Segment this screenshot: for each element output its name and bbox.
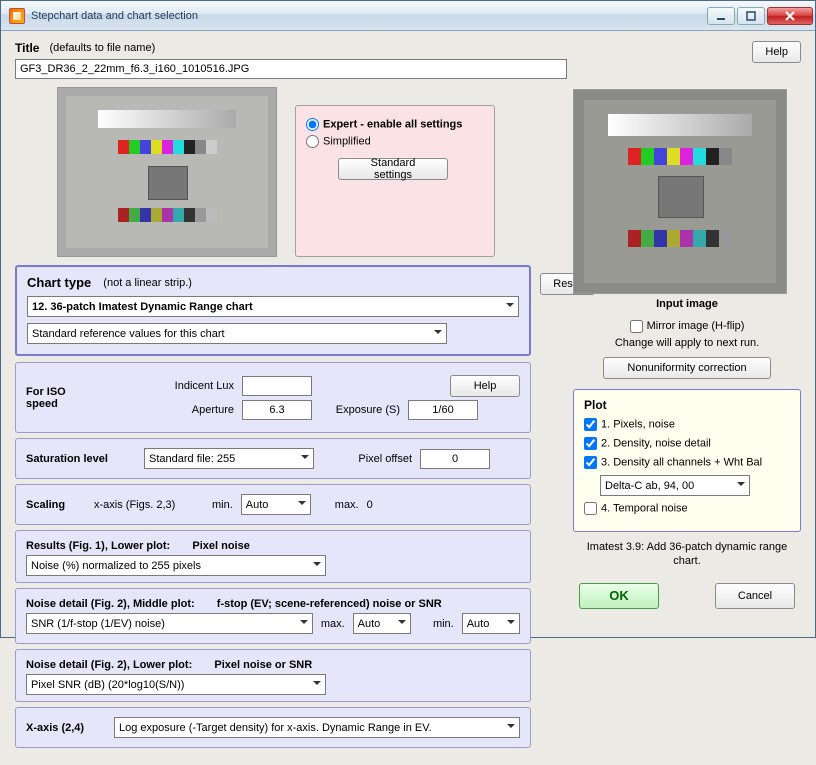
noise2mid-max-select[interactable]: Auto: [353, 613, 411, 634]
scaling-max-value: 0: [367, 499, 373, 511]
exposure-input[interactable]: [408, 400, 478, 420]
plot-opt-2[interactable]: 2. Density, noise detail: [584, 437, 790, 450]
noise2mid-label: Noise detail (Fig. 2), Middle plot:: [26, 598, 195, 610]
pixel-offset-label: Pixel offset: [322, 453, 412, 465]
plot-opt-3[interactable]: 3. Density all channels + Wht Bal: [584, 456, 790, 469]
incident-lux-input[interactable]: [242, 376, 312, 396]
app-icon: [9, 8, 25, 24]
iso-help-button[interactable]: Help: [450, 375, 520, 397]
plot-panel: Plot 1. Pixels, noise 2. Density, noise …: [573, 389, 801, 532]
xaxis24-select[interactable]: Log exposure (-Target density) for x-axi…: [114, 717, 520, 738]
results1-sub: Pixel noise: [192, 540, 249, 552]
help-button[interactable]: Help: [752, 41, 801, 63]
xaxis24-panel: X-axis (2,4) Log exposure (-Target densi…: [15, 707, 531, 748]
cancel-button[interactable]: Cancel: [715, 583, 795, 609]
window-title: Stepchart data and chart selection: [31, 10, 707, 22]
noise-fig2-middle-panel: Noise detail (Fig. 2), Middle plot: f-st…: [15, 588, 531, 644]
noise2low-select[interactable]: Pixel SNR (dB) (20*log10(S/N)): [26, 674, 326, 695]
plot-opt-1[interactable]: 1. Pixels, noise: [584, 418, 790, 431]
titlebar: Stepchart data and chart selection: [1, 1, 815, 31]
exposure-label: Exposure (S): [320, 404, 400, 416]
scaling-panel: Scaling x-axis (Figs. 2,3) min. Auto max…: [15, 484, 531, 525]
incident-lux-label: Indicent Lux: [124, 380, 234, 392]
chart-type-panel: Chart type (not a linear strip.) 12. 36-…: [15, 265, 531, 356]
noise2mid-min-label: min.: [433, 618, 454, 630]
minimize-button[interactable]: [707, 7, 735, 25]
maximize-button[interactable]: [737, 7, 765, 25]
simplified-radio[interactable]: Simplified: [306, 135, 484, 148]
results1-select[interactable]: Noise (%) normalized to 255 pixels: [26, 555, 326, 576]
input-image-caption: Input image: [573, 298, 801, 310]
expert-radio[interactable]: Expert - enable all settings: [306, 118, 484, 131]
noise2mid-max-label: max.: [321, 618, 345, 630]
title-hint: (defaults to file name): [49, 42, 155, 54]
noise2low-label: Noise detail (Fig. 2), Lower plot:: [26, 659, 192, 671]
saturation-label: Saturation level: [26, 453, 136, 465]
input-image-preview: [573, 89, 787, 294]
scaling-min-label: min.: [212, 499, 233, 511]
mode-panel: Expert - enable all settings Simplified …: [295, 105, 495, 257]
noise-fig2-lower-panel: Noise detail (Fig. 2), Lower plot: Pixel…: [15, 649, 531, 702]
title-input[interactable]: [15, 59, 567, 79]
close-button[interactable]: [767, 7, 813, 25]
noise2low-sub: Pixel noise or SNR: [214, 659, 312, 671]
chart-type-hint: (not a linear strip.): [103, 277, 192, 289]
mirror-note: Change will apply to next run.: [573, 337, 801, 349]
noise2mid-select[interactable]: SNR (1/f-stop (1/EV) noise): [26, 613, 313, 634]
aperture-input[interactable]: [242, 400, 312, 420]
title-label: Title: [15, 41, 39, 55]
scaling-xaxis: x-axis (Figs. 2,3): [94, 499, 204, 511]
plot-opt-4[interactable]: 4. Temporal noise: [584, 502, 790, 515]
results-fig1-panel: Results (Fig. 1), Lower plot: Pixel nois…: [15, 530, 531, 583]
standard-settings-button[interactable]: Standard settings: [338, 158, 448, 180]
iso-panel: For ISOspeed Indicent Lux Help Aperture …: [15, 362, 531, 433]
mirror-checkbox[interactable]: Mirror image (H-flip): [630, 320, 745, 332]
footer-note: Imatest 3.9: Add 36-patch dynamic range …: [573, 540, 801, 569]
chart-type-select[interactable]: 12. 36-patch Imatest Dynamic Range chart: [27, 296, 519, 317]
ok-button[interactable]: OK: [579, 583, 659, 609]
iso-label: For ISOspeed: [26, 386, 116, 410]
aperture-label: Aperture: [124, 404, 234, 416]
scaling-max-label: max.: [335, 499, 359, 511]
pixel-offset-input[interactable]: [420, 449, 490, 469]
plot-label: Plot: [584, 398, 607, 412]
nonuniformity-button[interactable]: Nonuniformity correction: [603, 357, 771, 379]
reference-select[interactable]: Standard reference values for this chart: [27, 323, 447, 344]
saturation-panel: Saturation level Standard file: 255 Pixe…: [15, 438, 531, 479]
scaling-label: Scaling: [26, 499, 86, 511]
noise2mid-sub: f-stop (EV; scene-referenced) noise or S…: [217, 598, 442, 610]
saturation-select[interactable]: Standard file: 255: [144, 448, 314, 469]
xaxis24-label: X-axis (2,4): [26, 722, 106, 734]
chart-preview-image: [57, 87, 277, 257]
chart-type-label: Chart type: [27, 275, 91, 290]
plot-opt-3-select[interactable]: Delta-C ab, 94, 00: [600, 475, 750, 496]
results1-label: Results (Fig. 1), Lower plot:: [26, 540, 170, 552]
scaling-min-select[interactable]: Auto: [241, 494, 311, 515]
noise2mid-min-select[interactable]: Auto: [462, 613, 520, 634]
